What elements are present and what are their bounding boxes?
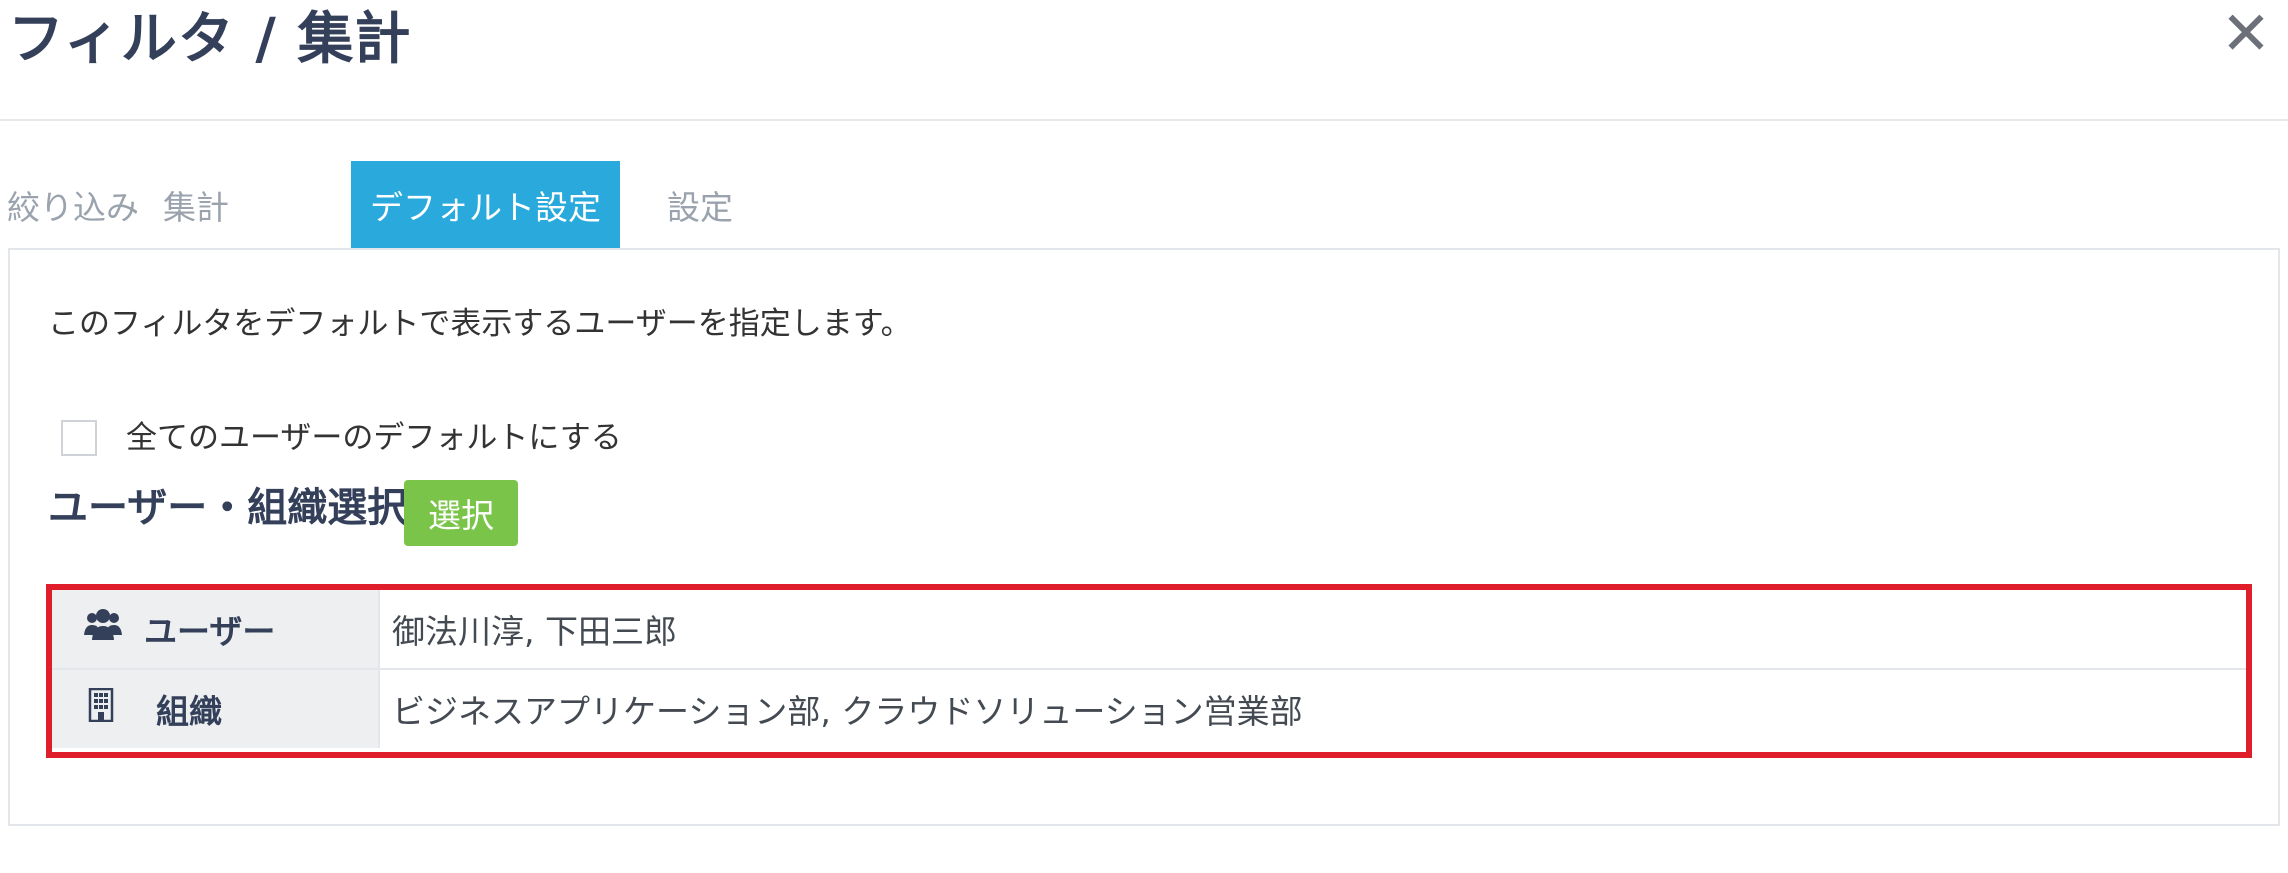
selection-table: ユーザー 御法川淳, 下田三郎 組織 ビジネスアプリケーション部, クラウドソリ… bbox=[52, 590, 2246, 748]
selection-table-highlight: ユーザー 御法川淳, 下田三郎 組織 ビジネスアプリケーション部, クラウドソリ… bbox=[46, 584, 2252, 758]
users-icon bbox=[84, 608, 122, 650]
organizations-value: ビジネスアプリケーション部, クラウドソリューション営業部 bbox=[392, 692, 1303, 731]
select-button[interactable]: 選択 bbox=[404, 480, 518, 546]
users-value: 御法川淳, 下田三郎 bbox=[379, 590, 2246, 670]
header-divider bbox=[0, 119, 2288, 121]
tab-filter[interactable]: 絞り込み bbox=[7, 161, 139, 249]
table-row-users: ユーザー 御法川淳, 下田三郎 bbox=[52, 590, 2246, 670]
filter-dialog: フィルタ / 集計 ✕ 絞り込み 集計 デフォルト設定 設定 このフィルタをデフ… bbox=[0, 0, 2288, 873]
table-row-organizations: 組織 ビジネスアプリケーション部, クラウドソリューション営業部 bbox=[52, 669, 2246, 748]
dialog-title: フィルタ / 集計 bbox=[8, 7, 412, 72]
default-all-users-checkbox[interactable] bbox=[61, 420, 97, 456]
tab-settings[interactable]: 設定 bbox=[650, 161, 750, 249]
tab-aggregate[interactable]: 集計 bbox=[146, 161, 246, 249]
organizations-label: 組織 bbox=[156, 692, 222, 731]
default-all-users-label[interactable]: 全てのユーザーのデフォルトにする bbox=[126, 420, 622, 456]
close-icon: ✕ bbox=[2220, 0, 2272, 69]
building-icon bbox=[88, 687, 114, 730]
users-label: ユーザー bbox=[144, 612, 276, 651]
description-text: このフィルタをデフォルトで表示するユーザーを指定します。 bbox=[48, 306, 912, 342]
section-title: ユーザー・組織選択 bbox=[48, 485, 408, 531]
tab-panel: このフィルタをデフォルトで表示するユーザーを指定します。 全てのユーザーのデフォ… bbox=[8, 248, 2280, 826]
organizations-label-cell: 組織 bbox=[52, 669, 380, 748]
tab-default-settings[interactable]: デフォルト設定 bbox=[351, 161, 620, 249]
close-button[interactable]: ✕ bbox=[2218, 0, 2274, 69]
users-label-cell: ユーザー bbox=[52, 590, 380, 670]
